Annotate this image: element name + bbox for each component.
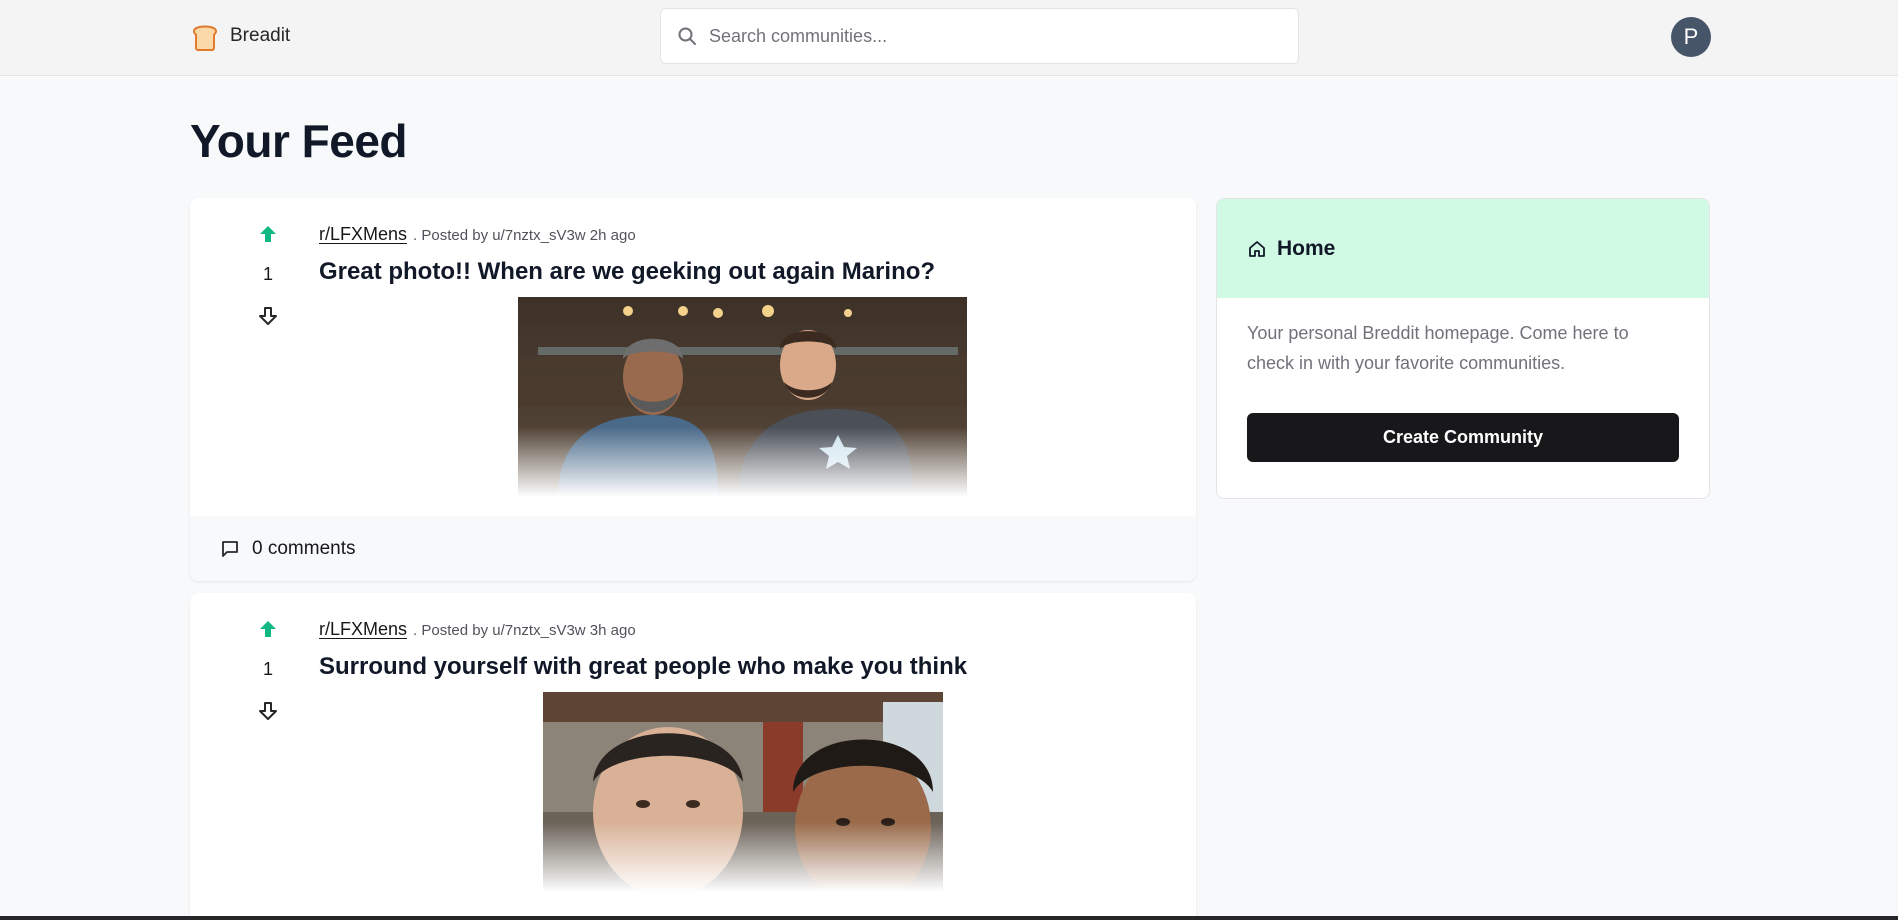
- search-icon: [678, 27, 696, 45]
- arrow-down-icon[interactable]: [258, 701, 278, 721]
- home-icon: [1249, 240, 1265, 257]
- create-community-button[interactable]: Create Community: [1247, 413, 1679, 462]
- photo-illustration: [518, 297, 967, 497]
- arrow-up-icon[interactable]: [258, 619, 278, 639]
- post-card: 1 r/LFXMens . Posted by u/7nztx_sV3w 3h a…: [190, 593, 1196, 920]
- post-meta: r/LFXMens . Posted by u/7nztx_sV3w 2h ago: [319, 224, 636, 245]
- post-title[interactable]: Surround yourself with great people who …: [319, 653, 967, 681]
- subreddit-link[interactable]: r/LFXMens: [319, 224, 407, 244]
- arrow-up-icon[interactable]: [258, 224, 278, 244]
- brand-name: Breadit: [230, 25, 291, 46]
- vote-column: 1: [240, 224, 296, 326]
- vote-count: 1: [262, 659, 273, 679]
- post-image[interactable]: [543, 692, 943, 892]
- top-navbar: Breadit P: [0, 0, 1898, 76]
- arrow-down-icon[interactable]: [258, 306, 278, 326]
- vote-count: 1: [262, 264, 273, 284]
- post-image[interactable]: [518, 297, 967, 497]
- user-avatar[interactable]: P: [1671, 17, 1711, 57]
- bottom-edge: [0, 916, 1898, 920]
- search-input[interactable]: [709, 25, 1298, 47]
- comments-count[interactable]: 0 comments: [252, 538, 355, 560]
- post-card: 1 r/LFXMens . Posted by u/7nztx_sV3w 2h a…: [190, 198, 1196, 581]
- brand-link[interactable]: Breadit: [190, 21, 290, 51]
- search-box[interactable]: [660, 8, 1299, 64]
- comment-icon[interactable]: [220, 539, 240, 559]
- post-title[interactable]: Great photo!! When are we geeking out ag…: [319, 258, 935, 286]
- sidebar-description: Your personal Breddit homepage. Come her…: [1247, 323, 1629, 373]
- bread-logo-icon: [192, 25, 218, 51]
- photo-illustration: [543, 692, 943, 892]
- post-meta: r/LFXMens . Posted by u/7nztx_sV3w 3h ago: [319, 619, 636, 640]
- vote-column: 1: [240, 619, 296, 721]
- page-title: Your Feed: [190, 115, 408, 167]
- post-byline: . Posted by u/7nztx_sV3w 2h ago: [413, 227, 636, 244]
- post-byline: . Posted by u/7nztx_sV3w 3h ago: [413, 622, 636, 639]
- subreddit-link[interactable]: r/LFXMens: [319, 619, 407, 639]
- sidebar-header: Home: [1217, 199, 1709, 298]
- sidebar-title: Home: [1277, 236, 1336, 260]
- post-footer: 0 comments: [190, 516, 1196, 581]
- home-sidebar-card: Home Your personal Breddit homepage. Com…: [1216, 198, 1710, 499]
